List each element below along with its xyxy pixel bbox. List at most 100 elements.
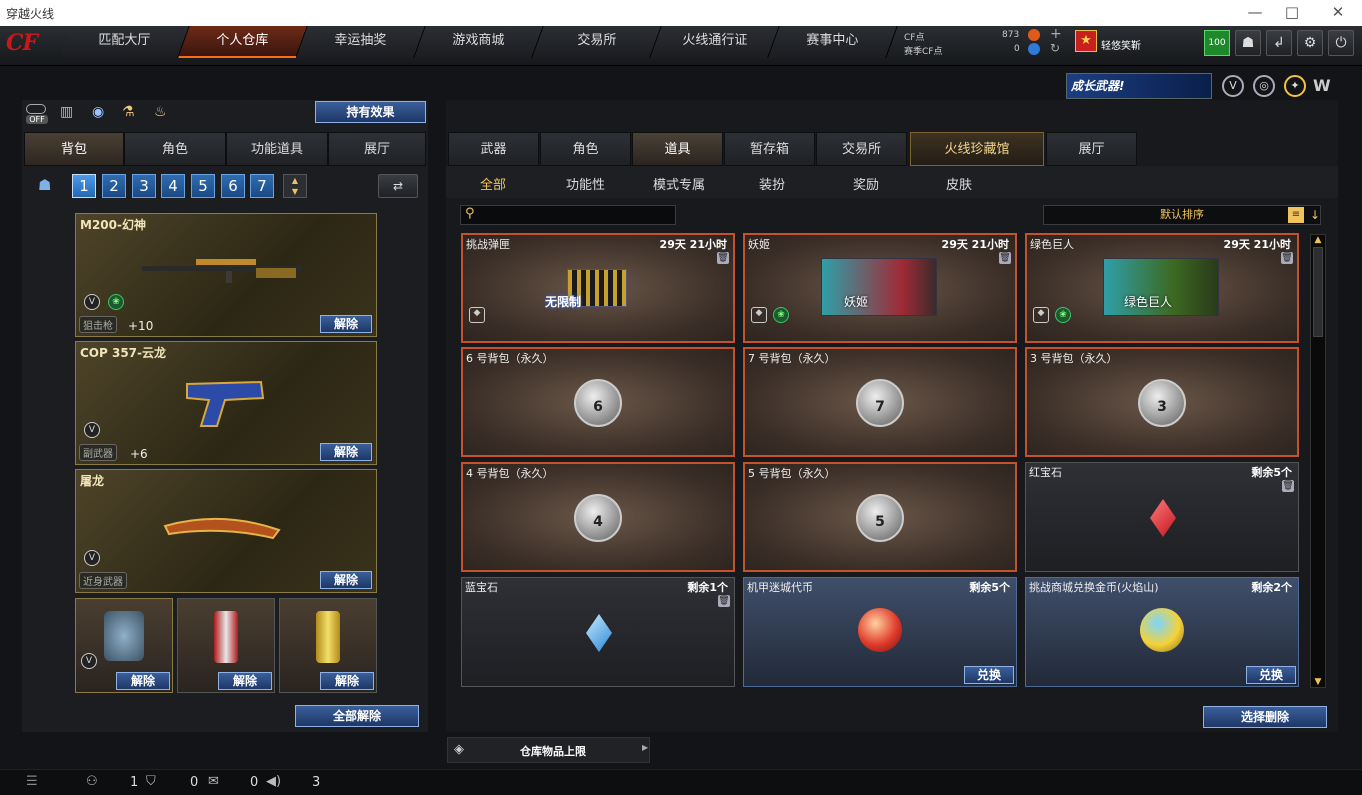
maximize-button[interactable]: □ [1280,3,1304,21]
tab-items[interactable]: 道具 [632,132,723,166]
item-card[interactable]: 挑战弹匣 29天 21小时 🗑 无限制 ◆ [461,233,735,343]
scrollbar[interactable]: ▲ ▼ [1310,234,1326,688]
bag-scroll-arrows[interactable]: ▲ ▼ [283,174,307,198]
clan-icon[interactable]: ⛉ [146,774,156,789]
release-button[interactable]: 解除 [320,443,372,461]
weapon-slot-melee[interactable]: 屠龙 V 近身武器 解除 [75,469,377,593]
tab-collection[interactable]: 火线珍藏馆 [910,132,1044,166]
item-card[interactable]: 7 号背包（永久） 7 [743,347,1017,457]
nav-battle-pass[interactable]: 火线通行证 [650,26,780,58]
friends-icon[interactable]: ⚇ [86,774,98,789]
filter-outfit[interactable]: 装扮 [759,174,785,193]
trash-icon[interactable]: 🗑 [1281,252,1293,264]
bag-tab-6[interactable]: 6 [221,174,245,198]
bag-tab-2[interactable]: 2 [102,174,126,198]
weapon-slot-secondary[interactable]: COP 357-云龙 V 副武器 +6 解除 [75,341,377,465]
menu-icon[interactable]: ☰ [26,774,38,789]
nav-lucky-draw[interactable]: 幸运抽奖 [296,26,426,58]
item-card[interactable]: 挑战商城兑换金币(火焰山) 剩余2个 兑换 [1025,577,1299,687]
scroll-up-icon[interactable]: ▲ [1311,235,1325,245]
trash-icon[interactable]: 🗑 [1282,480,1294,492]
swirl-icon[interactable]: ◉ [92,104,110,122]
tab-backpack[interactable]: 背包 [24,132,124,166]
tab-character[interactable]: 角色 [124,132,226,166]
v-emblem-icon[interactable]: V [1222,75,1244,97]
item-card[interactable]: 机甲迷城代币 剩余5个 兑换 [743,577,1017,687]
close-button[interactable]: ✕ [1326,3,1350,21]
level-badge[interactable]: 100 [1204,30,1230,56]
tab-showroom[interactable]: 展厅 [1046,132,1137,166]
growth-weapon-banner[interactable]: 成长武器! [1066,73,1212,99]
item-card[interactable]: 3 号背包（永久） 3 [1025,347,1299,457]
refresh-icon[interactable]: ↻ [1050,41,1060,55]
slot-grenade-yellow[interactable]: 解除 [279,598,377,693]
list-view-icon[interactable]: ≡ [1288,207,1304,223]
exchange-button[interactable]: 兑换 [1246,666,1296,684]
tab-gallery[interactable]: 展厅 [328,132,426,166]
filter-all[interactable]: 全部 [480,174,506,193]
slot-emblem[interactable]: V 解除 [75,598,173,693]
bag-tab-7[interactable]: 7 [250,174,274,198]
item-card[interactable]: 蓝宝石 剩余1个 🗑 [461,577,735,687]
off-toggle-icon[interactable]: OFF [26,104,48,124]
slot-grenade-red[interactable]: 解除 [177,598,275,693]
item-card[interactable]: 红宝石 剩余5个 🗑 [1025,462,1299,572]
filter-reward[interactable]: 奖励 [853,174,879,193]
item-card[interactable]: 4 号背包（永久） 4 [461,462,735,572]
nav-exchange[interactable]: 交易所 [532,26,662,58]
capacity-bar[interactable]: ◈ 仓库物品上限 ▶ [447,737,650,763]
effect-button[interactable]: 持有效果 [315,101,426,123]
return-icon[interactable]: ↲ [1266,30,1292,56]
trash-icon[interactable]: 🗑 [717,252,729,264]
release-button[interactable]: 解除 [116,672,170,690]
scroll-thumb[interactable] [1313,247,1323,337]
minimize-button[interactable]: — [1243,3,1267,21]
character-icon[interactable]: ☗ [38,176,56,194]
release-button[interactable]: 解除 [320,571,372,589]
chat-icon[interactable]: ✉ [208,774,219,789]
bag-icon[interactable]: ♨ [154,104,172,122]
sort-dropdown[interactable]: 默认排序 [1043,205,1321,225]
speaker-icon[interactable]: ◀) [266,774,281,789]
power-icon[interactable]: ⏻ [1328,30,1354,56]
release-button[interactable]: 解除 [218,672,272,690]
tab-characters[interactable]: 角色 [540,132,631,166]
gear-icon[interactable]: ⚙ [1297,30,1323,56]
bag-tab-1[interactable]: 1 [72,174,96,198]
sort-direction-icon[interactable]: ↓ [1308,207,1322,223]
recharge-icon[interactable]: + [1050,26,1062,42]
search-box[interactable]: ⚲ [460,205,676,225]
weapon-slot-primary[interactable]: M200-幻神 V ❀ 狙击枪 +10 解除 [75,213,377,337]
item-card[interactable]: 妖姬 29天 21小时 🗑 妖姬 ◆ ❀ [743,233,1017,343]
transfer-icon[interactable]: ⇄ [378,174,418,198]
user-name[interactable]: 轻悠笑靳 [1101,37,1141,52]
bag-tab-5[interactable]: 5 [191,174,215,198]
tab-weapons[interactable]: 武器 [448,132,539,166]
item-card[interactable]: 绿色巨人 29天 21小时 🗑 绿色巨人 ◆ ❀ [1025,233,1299,343]
select-delete-button[interactable]: 选择删除 [1203,706,1327,728]
tab-function-items[interactable]: 功能道具 [226,132,328,166]
nav-match-lobby[interactable]: 匹配大厅 [60,26,190,58]
expand-arrow-icon[interactable]: ▶ [642,743,648,752]
tab-temp-box[interactable]: 暂存箱 [724,132,815,166]
scroll-down-icon[interactable]: ▼ [1311,677,1325,687]
release-button[interactable]: 解除 [320,315,372,333]
trash-icon[interactable]: 🗑 [718,595,730,607]
w-emblem-icon[interactable]: W [1313,76,1331,95]
item-card[interactable]: 6 号背包（永久） 6 [461,347,735,457]
exchange-button[interactable]: 兑换 [964,666,1014,684]
tab-trade[interactable]: 交易所 [816,132,907,166]
search-input[interactable] [483,207,671,223]
bag-tab-3[interactable]: 3 [132,174,156,198]
filter-mode-exclusive[interactable]: 模式专属 [653,174,705,193]
globe-icon[interactable]: ◎ [1253,75,1275,97]
potion-icon[interactable]: ⚗ [122,104,140,122]
filter-skin[interactable]: 皮肤 [946,174,972,193]
bars-icon[interactable]: ▥ [60,104,78,122]
release-button[interactable]: 解除 [320,672,374,690]
release-all-button[interactable]: 全部解除 [295,705,419,727]
star-burst-icon[interactable]: ✦ [1284,75,1306,97]
bag-tab-4[interactable]: 4 [161,174,185,198]
nav-game-shop[interactable]: 游戏商城 [414,26,544,58]
nav-event-center[interactable]: 赛事中心 [768,26,898,58]
